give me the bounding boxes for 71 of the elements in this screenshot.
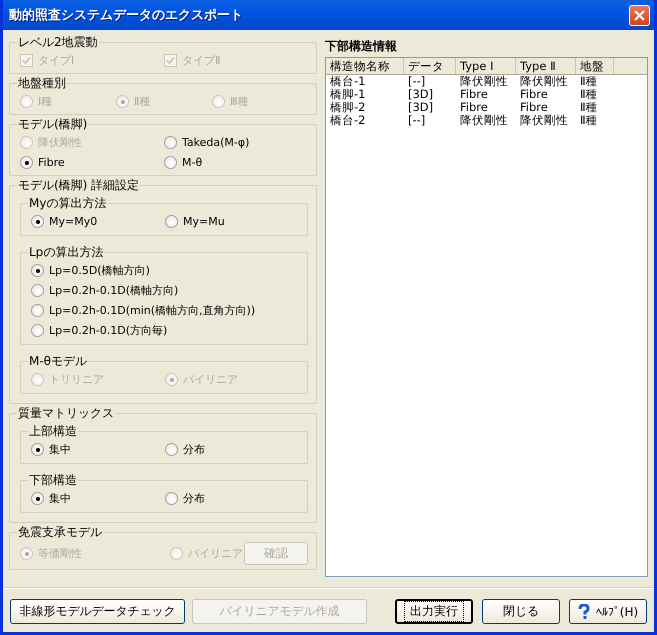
column-header[interactable]: データ [404,58,456,74]
radio-label[interactable]: 集中 [49,491,71,506]
table-cell-text: 橋脚-2 [329,101,366,114]
radio-button[interactable] [164,156,177,169]
radio-button[interactable] [31,324,44,337]
table-cell-text: [--] [407,114,426,127]
table-cell-text: 降伏剛性 [459,75,509,88]
radio-label[interactable]: Fibre [38,156,65,169]
radio-button[interactable] [31,215,44,228]
radio-button[interactable] [31,304,44,317]
table-cell-text: Ⅱ種 [579,114,599,127]
table-cell-text: Fibre [459,88,489,101]
table-cell-text: Ⅱ種 [579,75,599,88]
table-cell-text: [--] [407,75,426,88]
radio-button[interactable] [165,492,178,505]
column-header[interactable]: 構造物名称 [326,58,404,74]
group-title: 上部構造 [28,423,78,440]
radio-button[interactable] [20,156,33,169]
group-title: Lpの算出方法 [28,244,104,261]
table-cell-text: [3D] [407,101,434,114]
group-title: M-θモデル [28,353,88,370]
radio-label[interactable]: Takeda(M-φ) [182,136,250,149]
radio-label[interactable]: M-θ [182,156,202,169]
radio-button[interactable] [31,284,44,297]
group-title: Myの算出方法 [28,195,108,212]
table-cell-text: 降伏剛性 [519,114,569,127]
group-title: レベル2地震動 [17,34,99,51]
table-cell-text: 橋脚-1 [329,88,366,101]
table-cell-text: 橋台-1 [329,75,366,88]
radio-button[interactable] [31,443,44,456]
table-cell-text: Ⅱ種 [579,101,599,114]
group-title: モデル(橋脚) 詳細設定 [17,177,140,194]
radio-button[interactable] [165,443,178,456]
question-icon [578,604,590,620]
table-cell-text: Ⅱ種 [579,88,599,101]
radio-label[interactable]: My=My0 [49,215,98,228]
table-cell-text: 降伏剛性 [459,114,509,127]
column-header[interactable]: Type Ⅰ [456,58,516,74]
radio-button[interactable] [31,264,44,277]
table-cell-text: Fibre [519,88,549,101]
table-cell-text: 橋台-2 [329,114,366,127]
group-title: 下部構造 [28,472,78,489]
radio-label[interactable]: Lp=0.5D(橋軸方向) [49,263,150,278]
dialog-button[interactable]: 出力実行 [395,599,473,624]
table-cell-text: Fibre [459,101,489,114]
radio-label[interactable]: Lp=0.2h-0.1D(方向毎) [49,323,168,338]
radio-label[interactable]: My=Mu [183,215,225,228]
radio-label[interactable]: 分布 [183,442,205,457]
group-title: モデル(橋脚) [17,116,88,133]
table-cell-text: Fibre [519,101,549,114]
action-button[interactable]: 非線形モデルデータチェック [10,599,185,624]
column-header[interactable]: Type Ⅱ [516,58,576,74]
column-header[interactable]: 地盤 [576,58,614,74]
dialog-button[interactable]: 閉じる [482,599,560,624]
radio-label[interactable]: Lp=0.2h-0.1D(橋軸方向) [49,283,178,298]
radio-button[interactable] [31,492,44,505]
panel-title: 下部構造情報 [325,38,398,55]
help-button[interactable]: ﾍﾙﾌﾟ(H) [569,599,647,624]
radio-label[interactable]: 集中 [49,442,71,457]
radio-label[interactable]: Lp=0.2h-0.1D(min(橋軸方向,直角方向)) [49,303,256,318]
radio-button[interactable] [164,136,177,149]
group-title: 免震支承モデル [17,524,103,541]
table-cell-text: [3D] [407,88,434,101]
close-button[interactable] [629,4,650,26]
radio-label[interactable]: 分布 [183,491,205,506]
window-title: 動的照査システムデータのエクスポート [9,7,243,24]
radio-button[interactable] [165,215,178,228]
table-cell-text: 降伏剛性 [519,75,569,88]
group-title: 質量マトリックス [17,405,115,422]
close-icon [634,10,645,20]
group-title: 地盤種別 [17,75,67,92]
